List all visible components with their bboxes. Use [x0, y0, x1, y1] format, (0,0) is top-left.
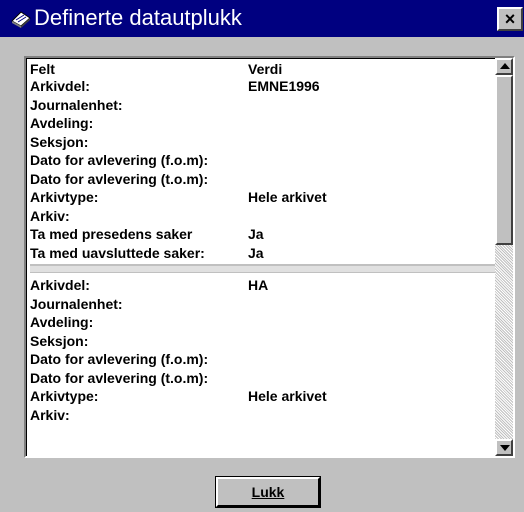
field-name: Dato for avlevering (t.o.m): [30, 369, 209, 386]
field-name: Arkivtype: [30, 189, 99, 205]
table-row[interactable]: Arkiv: [30, 406, 496, 425]
table-row[interactable]: Dato for avlevering (f.o.m): [30, 350, 496, 369]
table-row[interactable]: Arkivdel: HA [30, 276, 496, 295]
field-name: Arkivdel: [30, 277, 90, 293]
data-list-content: Felt Verdi Arkivdel: EMNE1996 Journalenhet… [30, 62, 496, 454]
field-name: Dato for avlevering (f.o.m): [30, 152, 209, 168]
field-name: Seksjon: [30, 332, 89, 349]
table-row[interactable]: Journalenhet: [30, 295, 496, 314]
field-name: Arkivdel: [30, 78, 90, 94]
table-row[interactable]: Journalenhet: [30, 96, 496, 115]
arrow-up-icon [500, 63, 510, 69]
table-row[interactable]: Ta med uavsluttede saker: Ja [30, 244, 496, 263]
field-name: Arkiv: [30, 207, 70, 224]
scroll-thumb[interactable] [495, 75, 513, 245]
table-row[interactable]: Dato for avlevering (t.o.m): [30, 170, 496, 189]
table-row[interactable]: Ta med presedens saker Ja [30, 225, 496, 244]
scroll-down-button[interactable] [495, 439, 513, 456]
lukk-button[interactable]: Lukk [215, 476, 321, 508]
table-row[interactable]: Dato for avlevering (f.o.m): [30, 151, 496, 170]
table-row[interactable]: Arkivdel: EMNE1996 [30, 77, 496, 96]
list-header: Felt Verdi [30, 62, 496, 77]
field-name: Journalenhet: [30, 96, 123, 113]
field-name: Avdeling: [30, 115, 94, 131]
field-name: Dato for avlevering (f.o.m): [30, 351, 209, 367]
field-name: Arkivtype: [30, 388, 99, 404]
field-value: Hele arkivet [248, 388, 327, 404]
vertical-scrollbar[interactable] [495, 58, 513, 456]
field-value: Hele arkivet [248, 189, 327, 205]
lukk-label: Lukk [251, 484, 285, 500]
dialog-app-icon [11, 11, 31, 28]
field-name: Dato for avlevering (t.o.m): [30, 170, 209, 187]
close-button[interactable]: × [497, 7, 523, 31]
data-list[interactable]: Felt Verdi Arkivdel: EMNE1996 Journalenhet… [24, 56, 515, 458]
field-value: Ja [248, 226, 264, 242]
field-name: Arkiv: [30, 406, 70, 423]
field-value: HA [248, 277, 269, 293]
window-title: Definerte datautplukk [34, 5, 242, 30]
table-row[interactable]: Seksjon: [30, 133, 496, 152]
title-bar: Definerte datautplukk × [0, 0, 524, 37]
table-row[interactable]: Arkiv: [30, 207, 496, 226]
field-name: Avdeling: [30, 314, 94, 330]
field-value: Ja [248, 244, 264, 261]
field-name: Seksjon: [30, 133, 89, 150]
table-row[interactable]: Dato for avlevering (t.o.m): [30, 369, 496, 388]
scroll-up-button[interactable] [495, 58, 513, 75]
arrow-down-icon [500, 445, 510, 451]
table-row[interactable]: Arkivtype: Hele arkivet [30, 188, 496, 207]
record-separator [30, 264, 496, 273]
table-row[interactable]: Arkivtype: Hele arkivet [30, 387, 496, 406]
table-row[interactable]: Avdeling: [30, 313, 496, 332]
field-name: Ta med presedens saker [30, 226, 193, 242]
table-row[interactable]: Avdeling: [30, 114, 496, 133]
header-verdi: Verdi [248, 62, 283, 77]
field-name: Journalenhet: [30, 295, 123, 312]
records-container: Arkivdel: EMNE1996 Journalenhet: Avdeling: S… [30, 77, 496, 424]
field-name: Ta med uavsluttede saker: [30, 244, 205, 261]
field-value: EMNE1996 [248, 78, 320, 94]
table-row[interactable]: Seksjon: [30, 332, 496, 351]
header-felt: Felt [30, 62, 55, 77]
